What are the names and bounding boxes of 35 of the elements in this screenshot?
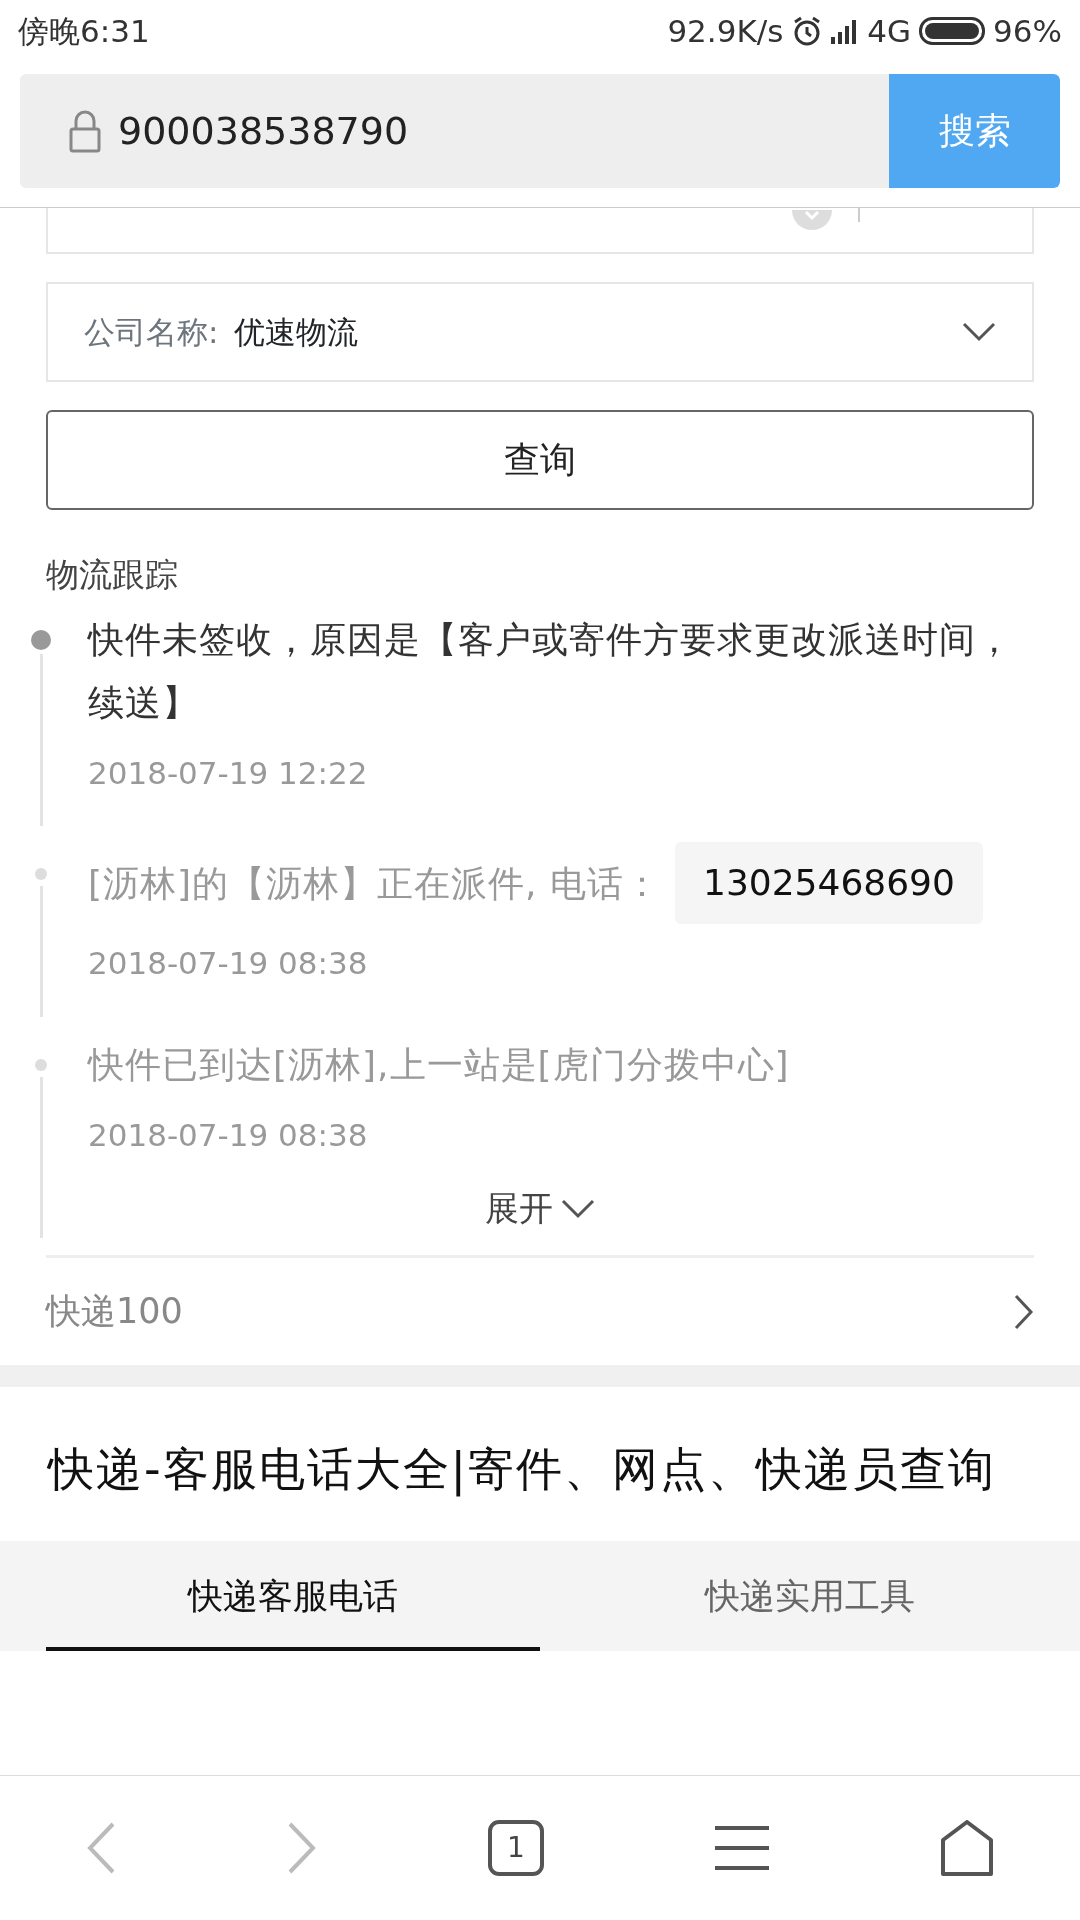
article-title: 快递-客服电话大全|寄件、网点、快递员查询: [46, 1441, 998, 1499]
tab[interactable]: 快递客服电话: [46, 1541, 540, 1651]
chevron-down-icon: [561, 1198, 595, 1219]
company-value: 优速物流: [234, 312, 359, 352]
event-time: 2018-07-19 08:38: [88, 944, 369, 983]
company-select[interactable]: 公司名称: 优速物流: [46, 282, 1034, 382]
event-time: 2018-07-19 12:22: [88, 753, 369, 793]
network-type: 4G: [867, 11, 912, 51]
clear-icon[interactable]: [792, 209, 832, 232]
url-text: 900038538790: [118, 107, 409, 155]
event-text: 快件已到达[沥林],上一站是[虎门分拨中心]: [88, 1042, 790, 1087]
status-time: 傍晚6:31: [18, 11, 150, 51]
tabs-button[interactable]: 1: [487, 1820, 544, 1876]
menu-icon[interactable]: [715, 1825, 770, 1871]
back-icon[interactable]: [85, 1821, 116, 1875]
event-text: [沥林]的【沥林】正在派件, 电话：: [88, 861, 661, 906]
home-icon[interactable]: [940, 1820, 995, 1876]
section-title: 物流跟踪: [46, 554, 179, 596]
tracking-number-field[interactable]: [46, 208, 1034, 254]
tab[interactable]: 快递实用工具: [540, 1541, 1080, 1651]
query-button[interactable]: 查询: [46, 410, 1034, 510]
phone-link[interactable]: 13025468690: [675, 842, 983, 924]
event-time: 2018-07-19 08:38: [88, 1115, 369, 1155]
company-label: 公司名称:: [84, 312, 219, 352]
battery-percent: 96%: [993, 11, 1062, 51]
lock-icon: [68, 109, 102, 153]
source-link[interactable]: 快递100: [46, 1285, 183, 1338]
chevron-down-icon: [962, 322, 996, 342]
battery-icon: [919, 16, 986, 46]
address-bar[interactable]: 900038538790 搜索: [20, 74, 1060, 188]
chevron-right-icon: [1014, 1293, 1034, 1330]
event-text: 快件未签收，原因是【客户或寄件方要求更改派送时间，续送】: [88, 617, 1014, 725]
expand-button[interactable]: 展开: [479, 1182, 601, 1235]
network-speed: 92.9K/s: [667, 11, 784, 51]
forward-icon[interactable]: [286, 1821, 317, 1875]
